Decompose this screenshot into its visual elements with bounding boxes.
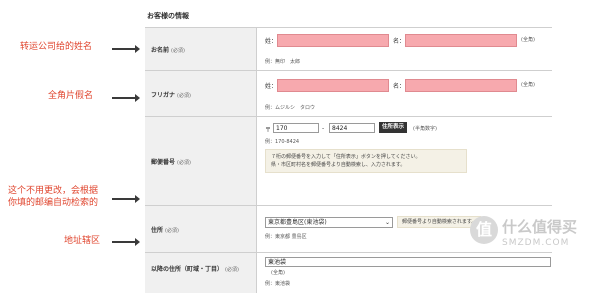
watermark-subtitle: SMZDM.COM (502, 238, 570, 248)
label-cell: フリガナ (必須) (145, 71, 257, 116)
last-kana-input[interactable] (277, 79, 389, 92)
name-field: 姓： 名： (全角) 例：無印 太郎 (257, 28, 552, 70)
last-name-input[interactable] (277, 34, 389, 47)
watermark-title: 什么值得买 (502, 218, 578, 236)
postal-field: 〒 170 - 8424 住所表示 (半角数字) 例：170-8424 ７桁の郵… (257, 117, 552, 205)
chevron-down-icon: ⌄ (384, 219, 390, 226)
prefecture-select[interactable]: 東京都豊島区(東池袋) ⌄ (265, 217, 393, 228)
label-cell: お名前 (必須) (145, 28, 257, 70)
annotation-address-line-1: 这个不用更改，会根据 (8, 186, 99, 196)
name-example: 例：無印 太郎 (265, 59, 301, 65)
required-tag: (必須) (165, 228, 179, 234)
postal-code-part1-input[interactable]: 170 (273, 123, 319, 133)
street-example: 例：東池袋 (265, 281, 291, 287)
address-lookup-button[interactable]: 住所表示 (379, 122, 408, 133)
fullwidth-note: (全角) (521, 82, 535, 88)
first-kana-input[interactable] (405, 79, 517, 92)
postal-label: 郵便番号 (151, 159, 176, 166)
street-label: 以降の住所（町域・丁目） (151, 266, 224, 273)
first-name-input[interactable] (405, 34, 517, 47)
auto-search-badge: 郵便番号より自動検索されます。 (397, 216, 482, 228)
name-label: お名前 (151, 47, 170, 54)
prefecture-select-value: 東京都豊島区(東池袋) (268, 219, 327, 226)
required-tag: (必須) (177, 93, 191, 99)
note-line-1: ７桁の郵便番号を入力して「住所表示」ボタンを押してください。 (271, 154, 421, 160)
first-name-label: 名： (393, 38, 406, 45)
postal-dash: - (322, 125, 325, 132)
fullwidth-note: (全角) (521, 37, 535, 43)
address-label: 住所 (151, 227, 164, 234)
kana-field: 姓： 名： (全角) 例：ムジルシ タロウ (257, 71, 552, 116)
postal-help-note: ７桁の郵便番号を入力して「住所表示」ボタンを押してください。 県・市区町村名を郵… (265, 149, 467, 173)
annotation-kana: 全角片假名 (48, 91, 94, 101)
postal-prefix: 〒 (265, 127, 272, 134)
postal-example: 例：170-8424 (265, 139, 300, 145)
label-cell: 以降の住所（町域・丁目） (必須) (145, 253, 257, 293)
arrow-right-icon (112, 45, 140, 53)
halfwidth-hint: (半角数字) (413, 126, 437, 132)
annotation-district: 地址辖区 (64, 236, 101, 246)
kana-example: 例：ムジルシ タロウ (265, 105, 316, 111)
note-line-2: 県・市区町村名を郵便番号より自動検索し、入力されます。 (271, 162, 406, 168)
kana-label: フリガナ (151, 92, 176, 99)
annotation-name: 转运公司给的姓名 (20, 42, 93, 52)
watermark: 值 什么值得买 SMZDM.COM (470, 212, 595, 264)
last-name-label: 姓： (265, 38, 278, 45)
required-tag: (必須) (177, 160, 191, 166)
postal-code-part2-input[interactable]: 8424 (329, 123, 375, 133)
row-name: お名前 (必須) 姓： 名： (全角) 例：無印 太郎 (145, 28, 552, 71)
arrow-right-icon (112, 238, 140, 246)
annotation-address-line-2: 你填的邮编自动检索的 (8, 198, 99, 208)
address-example: 例：東京都 豊島区 (265, 234, 307, 240)
label-cell: 郵便番号 (必須) (145, 117, 257, 205)
row-postal: 郵便番号 (必須) 〒 170 - 8424 住所表示 (半角数字) 例：170-… (145, 117, 552, 206)
label-cell: 住所 (必須) (145, 206, 257, 252)
row-kana: フリガナ (必須) 姓： 名： (全角) 例：ムジルシ タロウ (145, 71, 552, 117)
watermark-logo-icon: 值 (470, 216, 498, 244)
first-kana-label: 名： (393, 83, 406, 90)
arrow-right-icon (112, 195, 140, 203)
fullwidth-note: (全角) (271, 270, 285, 276)
required-tag: (必須) (171, 48, 185, 54)
last-kana-label: 姓： (265, 83, 278, 90)
section-title: お客様の情報 (147, 12, 189, 20)
arrow-right-icon (112, 94, 140, 102)
